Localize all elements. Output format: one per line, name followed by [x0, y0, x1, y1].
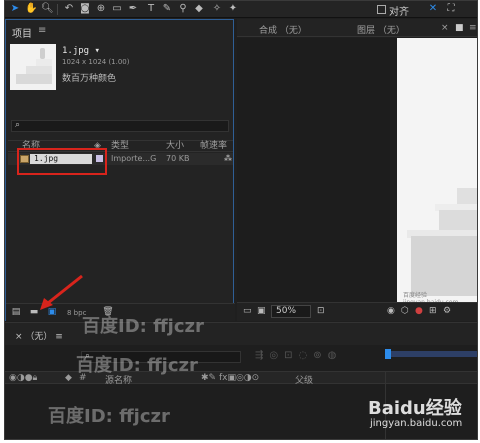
close-icon[interactable]: × [441, 23, 449, 33]
lock-icon[interactable]: ■ [455, 23, 464, 33]
puppet-tool-icon[interactable]: ✦ [227, 3, 239, 15]
snap-options-icon[interactable]: ✕ [427, 3, 439, 15]
footage-preview[interactable]: 百度经验 jingyan.baidu.com [397, 38, 477, 302]
interpret-footage-icon[interactable]: ▤ [10, 307, 22, 318]
project-item-size: 70 KB [166, 154, 190, 163]
brush-tool-icon[interactable]: ✎ [161, 3, 173, 15]
selected-file-colors: 数百万种颜色 [62, 74, 117, 84]
panel-menu-icon[interactable]: ≡ [38, 25, 46, 36]
expand-icon[interactable]: ⛶ [445, 3, 457, 15]
preview-watermark: 百度经验 jingyan.baidu.com [403, 292, 458, 302]
search-icon: ⌕ [15, 120, 21, 130]
viewer-tab-bar: 合成 （无） 图层 （无） × ■ ≡ [237, 19, 477, 37]
mask-rectangle-tool-icon[interactable]: ▭ [111, 3, 123, 15]
show-snapshot-icon[interactable]: ⬡ [401, 306, 409, 316]
timeline-tab-bar: × （无） ≡ [5, 323, 477, 345]
baidu-id-watermark-3: 百度ID: ffjczr [48, 406, 170, 427]
tools-toolbar: ➤ ✋ 🔍︎ ↶ ◙ ⊕ ▭ ✒ T ✎ ⚲ ◆ ✧ ✦ 对齐 ✕ ⛶ [5, 1, 477, 18]
zoom-dropdown[interactable]: 50% [271, 305, 311, 318]
col-type[interactable]: 类型 [111, 141, 129, 152]
pen-tool-icon[interactable]: ✒ [127, 3, 139, 15]
col-parent[interactable]: 父级 [295, 373, 313, 386]
viewer-controls: ▭ ▣ 50% ⊡ ◉ ⬡ ● ⊞ ⚙ [237, 302, 477, 321]
time-navigator[interactable] [385, 351, 477, 357]
eraser-tool-icon[interactable]: ◆ [193, 3, 205, 15]
project-panel-title[interactable]: 项目 [12, 25, 32, 40]
col-frame-rate[interactable]: 帧速率 [200, 141, 227, 152]
region-icon[interactable]: ⊡ [317, 306, 325, 316]
panel-menu-icon[interactable]: ≡ [469, 23, 477, 33]
camera-tool-icon[interactable]: ◙ [79, 3, 91, 15]
network-icon: ⁂ [224, 154, 232, 163]
project-panel: 项目 ≡ 1.jpg ▾ 1024 x 1024 (1.00) 数百万种颜色 ⌕… [5, 19, 235, 321]
grid-icon[interactable]: ⊞ [429, 306, 437, 316]
display-icon[interactable]: ▣ [257, 306, 266, 316]
zoom-tool-icon[interactable]: 🔍︎ [41, 3, 54, 15]
baidu-logo: Baidu经验 [368, 398, 462, 419]
col-size[interactable]: 大小 [166, 141, 184, 152]
timeline-switch-icons[interactable]: ⇶◎⊡◌⊚◍ [255, 350, 342, 361]
hand-tool-icon[interactable]: ✋ [25, 3, 37, 15]
composition-viewer[interactable] [237, 38, 397, 302]
baidu-id-watermark-2: 百度ID: ffjczr [76, 355, 198, 376]
snap-checkbox[interactable] [377, 5, 386, 14]
settings-icon[interactable]: ⚙ [443, 306, 451, 316]
roto-brush-tool-icon[interactable]: ✧ [211, 3, 223, 15]
av-switches-icon[interactable]: ◉◑●🔒︎ [9, 373, 37, 383]
always-preview-icon[interactable]: ▭ [243, 306, 252, 316]
clone-stamp-tool-icon[interactable]: ⚲ [177, 3, 189, 15]
project-item-type: Importe...G [111, 154, 157, 163]
new-folder-icon[interactable]: ▬ [28, 307, 40, 318]
tab-layer[interactable]: 图层 （无） [357, 23, 405, 36]
text-tool-icon[interactable]: T [145, 3, 157, 15]
camera-snapshot-icon[interactable]: ◉ [387, 306, 395, 316]
label-col-icon[interactable]: ◆ [65, 373, 72, 383]
new-composition-icon[interactable]: ▣ [46, 307, 58, 318]
channel-icon[interactable]: ● [415, 306, 423, 316]
baidu-url: jingyan.baidu.com [370, 418, 463, 429]
highlight-box [17, 148, 107, 175]
toolbar-divider [57, 4, 58, 15]
selected-file-name: 1.jpg ▾ [62, 46, 100, 56]
layer-switches-icons[interactable]: ✱✎ fx▣◎◑⊙ [201, 373, 259, 383]
selected-file-dimensions: 1024 x 1024 (1.00) [62, 58, 130, 66]
baidu-id-watermark: 百度ID: ffjczr [82, 316, 204, 337]
selection-tool-icon[interactable]: ➤ [9, 3, 21, 15]
project-search-input[interactable]: ⌕ [11, 120, 229, 132]
snap-label: 对齐 [389, 7, 409, 18]
pan-behind-tool-icon[interactable]: ⊕ [95, 3, 107, 15]
tab-composition[interactable]: 合成 （无） [259, 23, 307, 36]
timeline-tab[interactable]: × （无） ≡ [15, 329, 63, 342]
rotate-tool-icon[interactable]: ↶ [63, 3, 75, 15]
file-thumbnail [10, 44, 56, 90]
time-navigator-handle[interactable] [385, 349, 391, 359]
